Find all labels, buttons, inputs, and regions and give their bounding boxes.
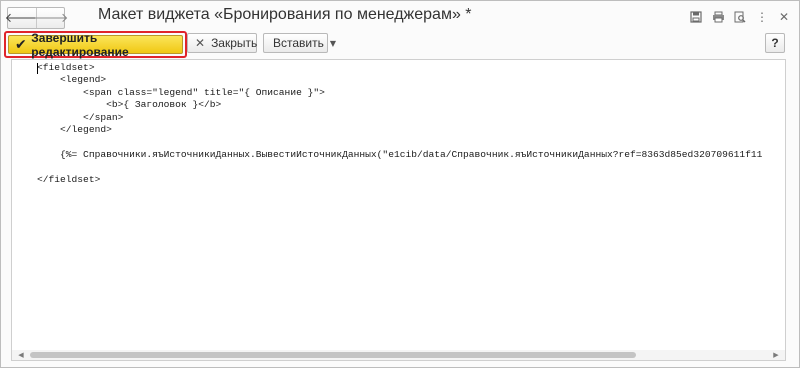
- command-bar: ✔ Завершить редактирование ✕ Закрыть Вст…: [1, 29, 799, 59]
- close-icon[interactable]: ✕: [773, 7, 795, 27]
- back-button[interactable]: 🡐: [5, 8, 40, 28]
- close-button[interactable]: ✕ Закрыть: [187, 33, 257, 53]
- highlight-frame: ✔ Завершить редактирование: [4, 31, 187, 59]
- horizontal-scrollbar[interactable]: ◀ ▶: [12, 350, 785, 360]
- close-x-icon: ✕: [195, 36, 206, 50]
- close-label: Закрыть: [211, 36, 258, 50]
- save-icon[interactable]: [685, 7, 707, 27]
- code-text[interactable]: <fieldset> <legend> <span class="legend"…: [37, 62, 762, 186]
- finish-editing-label: Завершить редактирование: [31, 30, 129, 59]
- scroll-right-icon[interactable]: ▶: [770, 350, 782, 360]
- insert-dropdown-button[interactable]: Вставить ▼: [263, 33, 336, 53]
- window-title: Макет виджета «Бронирования по менеджера…: [98, 6, 472, 23]
- chevron-down-icon: ▼: [329, 38, 337, 48]
- help-button[interactable]: ?: [765, 33, 785, 53]
- template-editor-window: 🡐 🡒 Макет виджета «Бронирования по менед…: [0, 0, 800, 368]
- scrollbar-thumb[interactable]: [30, 352, 636, 358]
- title-bar: 🡐 🡒 Макет виджета «Бронирования по менед…: [1, 1, 799, 31]
- forward-button[interactable]: 🡒: [34, 8, 68, 28]
- arrow-right-icon: 🡒: [33, 11, 69, 26]
- title-actions: ⋮ ✕: [685, 7, 795, 27]
- preview-icon[interactable]: [729, 7, 751, 27]
- scroll-left-icon[interactable]: ◀: [15, 350, 27, 360]
- print-icon[interactable]: [707, 7, 729, 27]
- more-icon[interactable]: ⋮: [751, 7, 773, 27]
- finish-editing-button[interactable]: ✔ Завершить редактирование: [8, 31, 183, 59]
- code-editor[interactable]: <fieldset> <legend> <span class="legend"…: [11, 59, 786, 361]
- checkmark-icon: ✔: [15, 36, 27, 53]
- insert-label: Вставить: [273, 36, 324, 50]
- navigation-buttons: 🡐 🡒: [5, 7, 68, 29]
- text-cursor: [37, 63, 38, 74]
